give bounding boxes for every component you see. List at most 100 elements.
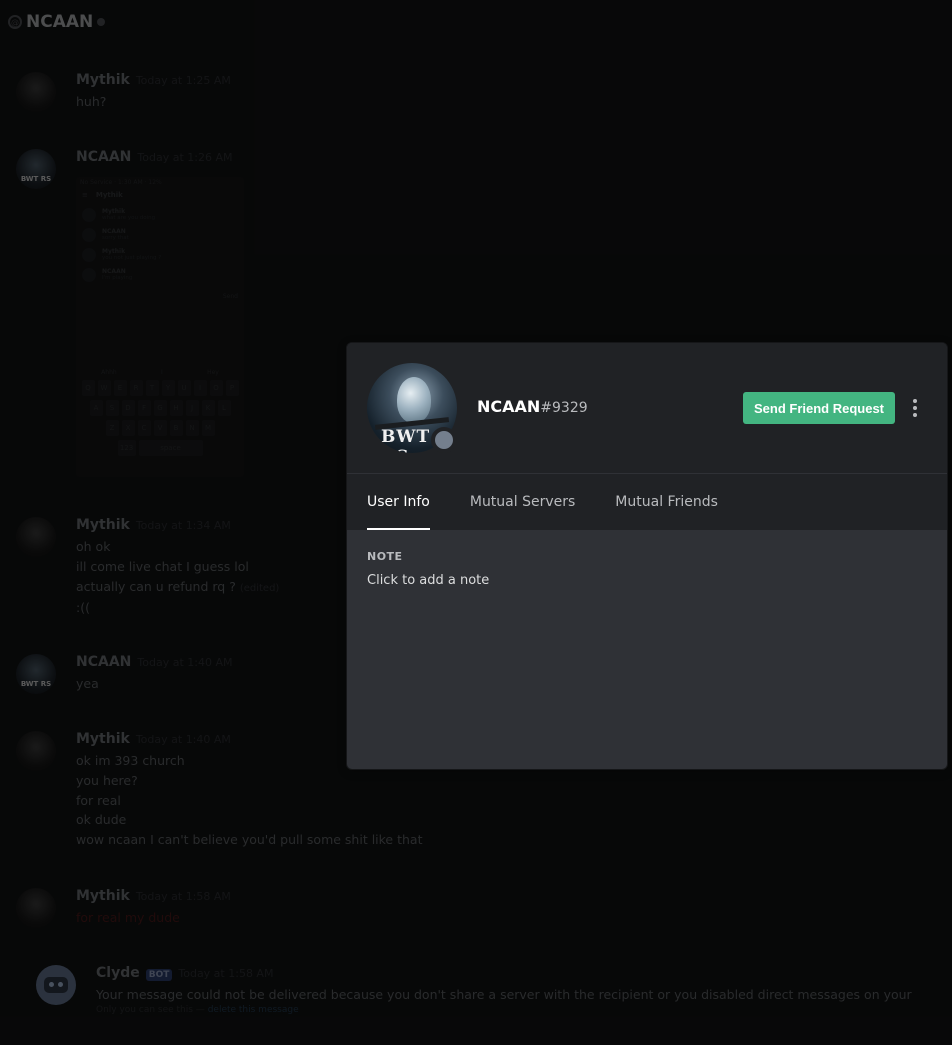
keyboard-key: K <box>201 400 215 416</box>
phone-keyboard: Ahhh I Hey QWERTYUIOP ASDFGHJKL ZXCVBNM … <box>76 365 244 477</box>
discriminator: #9329 <box>540 400 588 416</box>
phone-send: Send <box>222 293 238 300</box>
ephemeral-note: Only you can see this — delete this mess… <box>96 1004 299 1015</box>
edited-label: (edited) <box>239 582 280 594</box>
at-icon: @ <box>8 15 22 29</box>
more-options-icon[interactable] <box>907 396 923 420</box>
phone-message: NCAAN sorry that <box>76 225 244 245</box>
message-timestamp: Today at 1:25 AM <box>135 74 231 87</box>
message-group: BWT RS NCAAN Today at 1:40 AM yea <box>16 654 232 694</box>
keyboard-key: J <box>185 400 199 416</box>
keyboard-key: Q <box>81 380 95 396</box>
keyboard-key: V <box>153 420 167 436</box>
message-text: for real my dude <box>76 910 180 925</box>
avatar[interactable] <box>16 72 56 112</box>
status-indicator <box>431 427 457 453</box>
username-text: NCAAN <box>477 397 541 416</box>
keyboard-key: N <box>185 420 199 436</box>
keyboard-key: Z <box>105 420 119 436</box>
keyboard-key: G <box>153 400 167 416</box>
message-timestamp: Today at 1:58 AM <box>135 890 231 903</box>
phone-message: Mythik you not just playing ? <box>76 245 244 265</box>
message-author[interactable]: NCAAN <box>76 149 131 165</box>
message-author[interactable]: Mythik <box>76 72 130 88</box>
message-timestamp: Today at 1:58 AM <box>178 967 274 980</box>
avatar-logo-text: BWT RS <box>20 175 52 183</box>
avatar[interactable]: BWT RS <box>16 654 56 694</box>
status-dot-icon <box>97 18 106 26</box>
message-text: Your message could not be delivered beca… <box>96 987 916 1002</box>
avatar-logo-text: BWT RS <box>20 680 52 688</box>
message-text: yea <box>76 676 99 691</box>
user-profile-modal: BWT RS NCAAN#9329 Send Friend Request Us… <box>347 343 947 769</box>
profile-username: NCAAN#9329 <box>477 397 588 416</box>
message-timestamp: Today at 1:34 AM <box>135 519 231 532</box>
profile-body: NOTE Click to add a note <box>347 530 947 608</box>
tab-mutual-friends[interactable]: Mutual Friends <box>615 474 718 530</box>
message-text: oh ok <box>76 539 111 554</box>
message-author[interactable]: Mythik <box>76 517 130 533</box>
message-text: actually can u refund rq ? (edited) <box>76 578 280 594</box>
channel-name: NCAAN <box>26 12 94 32</box>
keyboard-key: D <box>121 400 135 416</box>
tab-mutual-servers[interactable]: Mutual Servers <box>470 474 575 530</box>
message-group: Mythik Today at 1:25 AM huh? <box>16 72 231 112</box>
message-author[interactable]: Mythik <box>76 731 130 747</box>
keyboard-key: M <box>201 420 215 436</box>
message-timestamp: Today at 1:26 AM <box>137 151 233 164</box>
avatar[interactable] <box>16 517 56 557</box>
message-timestamp: Today at 1:40 AM <box>135 733 231 746</box>
message-author[interactable]: Mythik <box>76 888 130 904</box>
phone-status-bar: No Service · 1:30 AM · 12% <box>80 179 162 186</box>
clyde-icon <box>44 977 68 993</box>
delete-message-link[interactable]: delete this message <box>208 1005 299 1015</box>
keyboard-key: C <box>137 420 151 436</box>
profile-tabs: User Info Mutual Servers Mutual Friends <box>347 473 947 530</box>
message-text: for real <box>76 792 121 808</box>
message-group: Mythik Today at 1:34 AM oh ok ill come l… <box>16 517 279 618</box>
message-group: Clyde BOT Today at 1:58 AM Your message … <box>36 965 916 1015</box>
message-text: wow ncaan I can't believe you'd pull som… <box>76 832 423 848</box>
message-text: huh? <box>76 94 107 109</box>
message-author[interactable]: NCAAN <box>76 654 131 670</box>
keyboard-key: R <box>129 380 143 396</box>
tab-user-info[interactable]: User Info <box>367 474 430 530</box>
avatar[interactable] <box>16 888 56 928</box>
message-text: ill come live chat I guess lol <box>76 558 249 574</box>
keyboard-key: X <box>121 420 135 436</box>
keyboard-key: T <box>145 380 159 396</box>
keyboard-key: H <box>169 400 183 416</box>
keyboard-key: U <box>177 380 191 396</box>
bot-badge: BOT <box>145 969 173 981</box>
profile-header: BWT RS NCAAN#9329 Send Friend Request <box>347 343 947 473</box>
keyboard-key: O <box>209 380 223 396</box>
note-title: NOTE <box>367 550 403 563</box>
message-text: :(( <box>76 600 90 616</box>
owl-image <box>397 377 431 423</box>
keyboard-key: F <box>137 400 151 416</box>
avatar[interactable] <box>16 731 56 771</box>
avatar[interactable] <box>36 965 76 1005</box>
keyboard-key: W <box>97 380 111 396</box>
keyboard-key: B <box>169 420 183 436</box>
send-friend-request-button[interactable]: Send Friend Request <box>743 392 895 424</box>
keyboard-key: I <box>193 380 207 396</box>
keyboard-key: P <box>225 380 239 396</box>
message-text: you here? <box>76 772 138 788</box>
message-group: Mythik Today at 1:58 AM for real my dude <box>16 888 231 928</box>
phone-message: NCAAN I'm playing <box>76 265 244 285</box>
image-attachment[interactable]: No Service · 1:30 AM · 12% ≡ Mythik Myth… <box>76 177 244 477</box>
keyboard-key: L <box>217 400 231 416</box>
message-author[interactable]: Clyde <box>96 965 140 981</box>
channel-header: @ NCAAN <box>8 10 106 34</box>
avatar[interactable]: BWT RS <box>16 149 56 189</box>
phone-header: ≡ Mythik <box>76 189 244 205</box>
keyboard-key: A <box>89 400 103 416</box>
phone-message: Mythik what are you doing <box>76 205 244 225</box>
note-input[interactable]: Click to add a note <box>367 573 927 588</box>
menu-icon: ≡ <box>82 191 88 199</box>
keyboard-key: Y <box>161 380 175 396</box>
keyboard-key: E <box>113 380 127 396</box>
message-text: ok dude <box>76 812 127 828</box>
keyboard-key: S <box>105 400 119 416</box>
